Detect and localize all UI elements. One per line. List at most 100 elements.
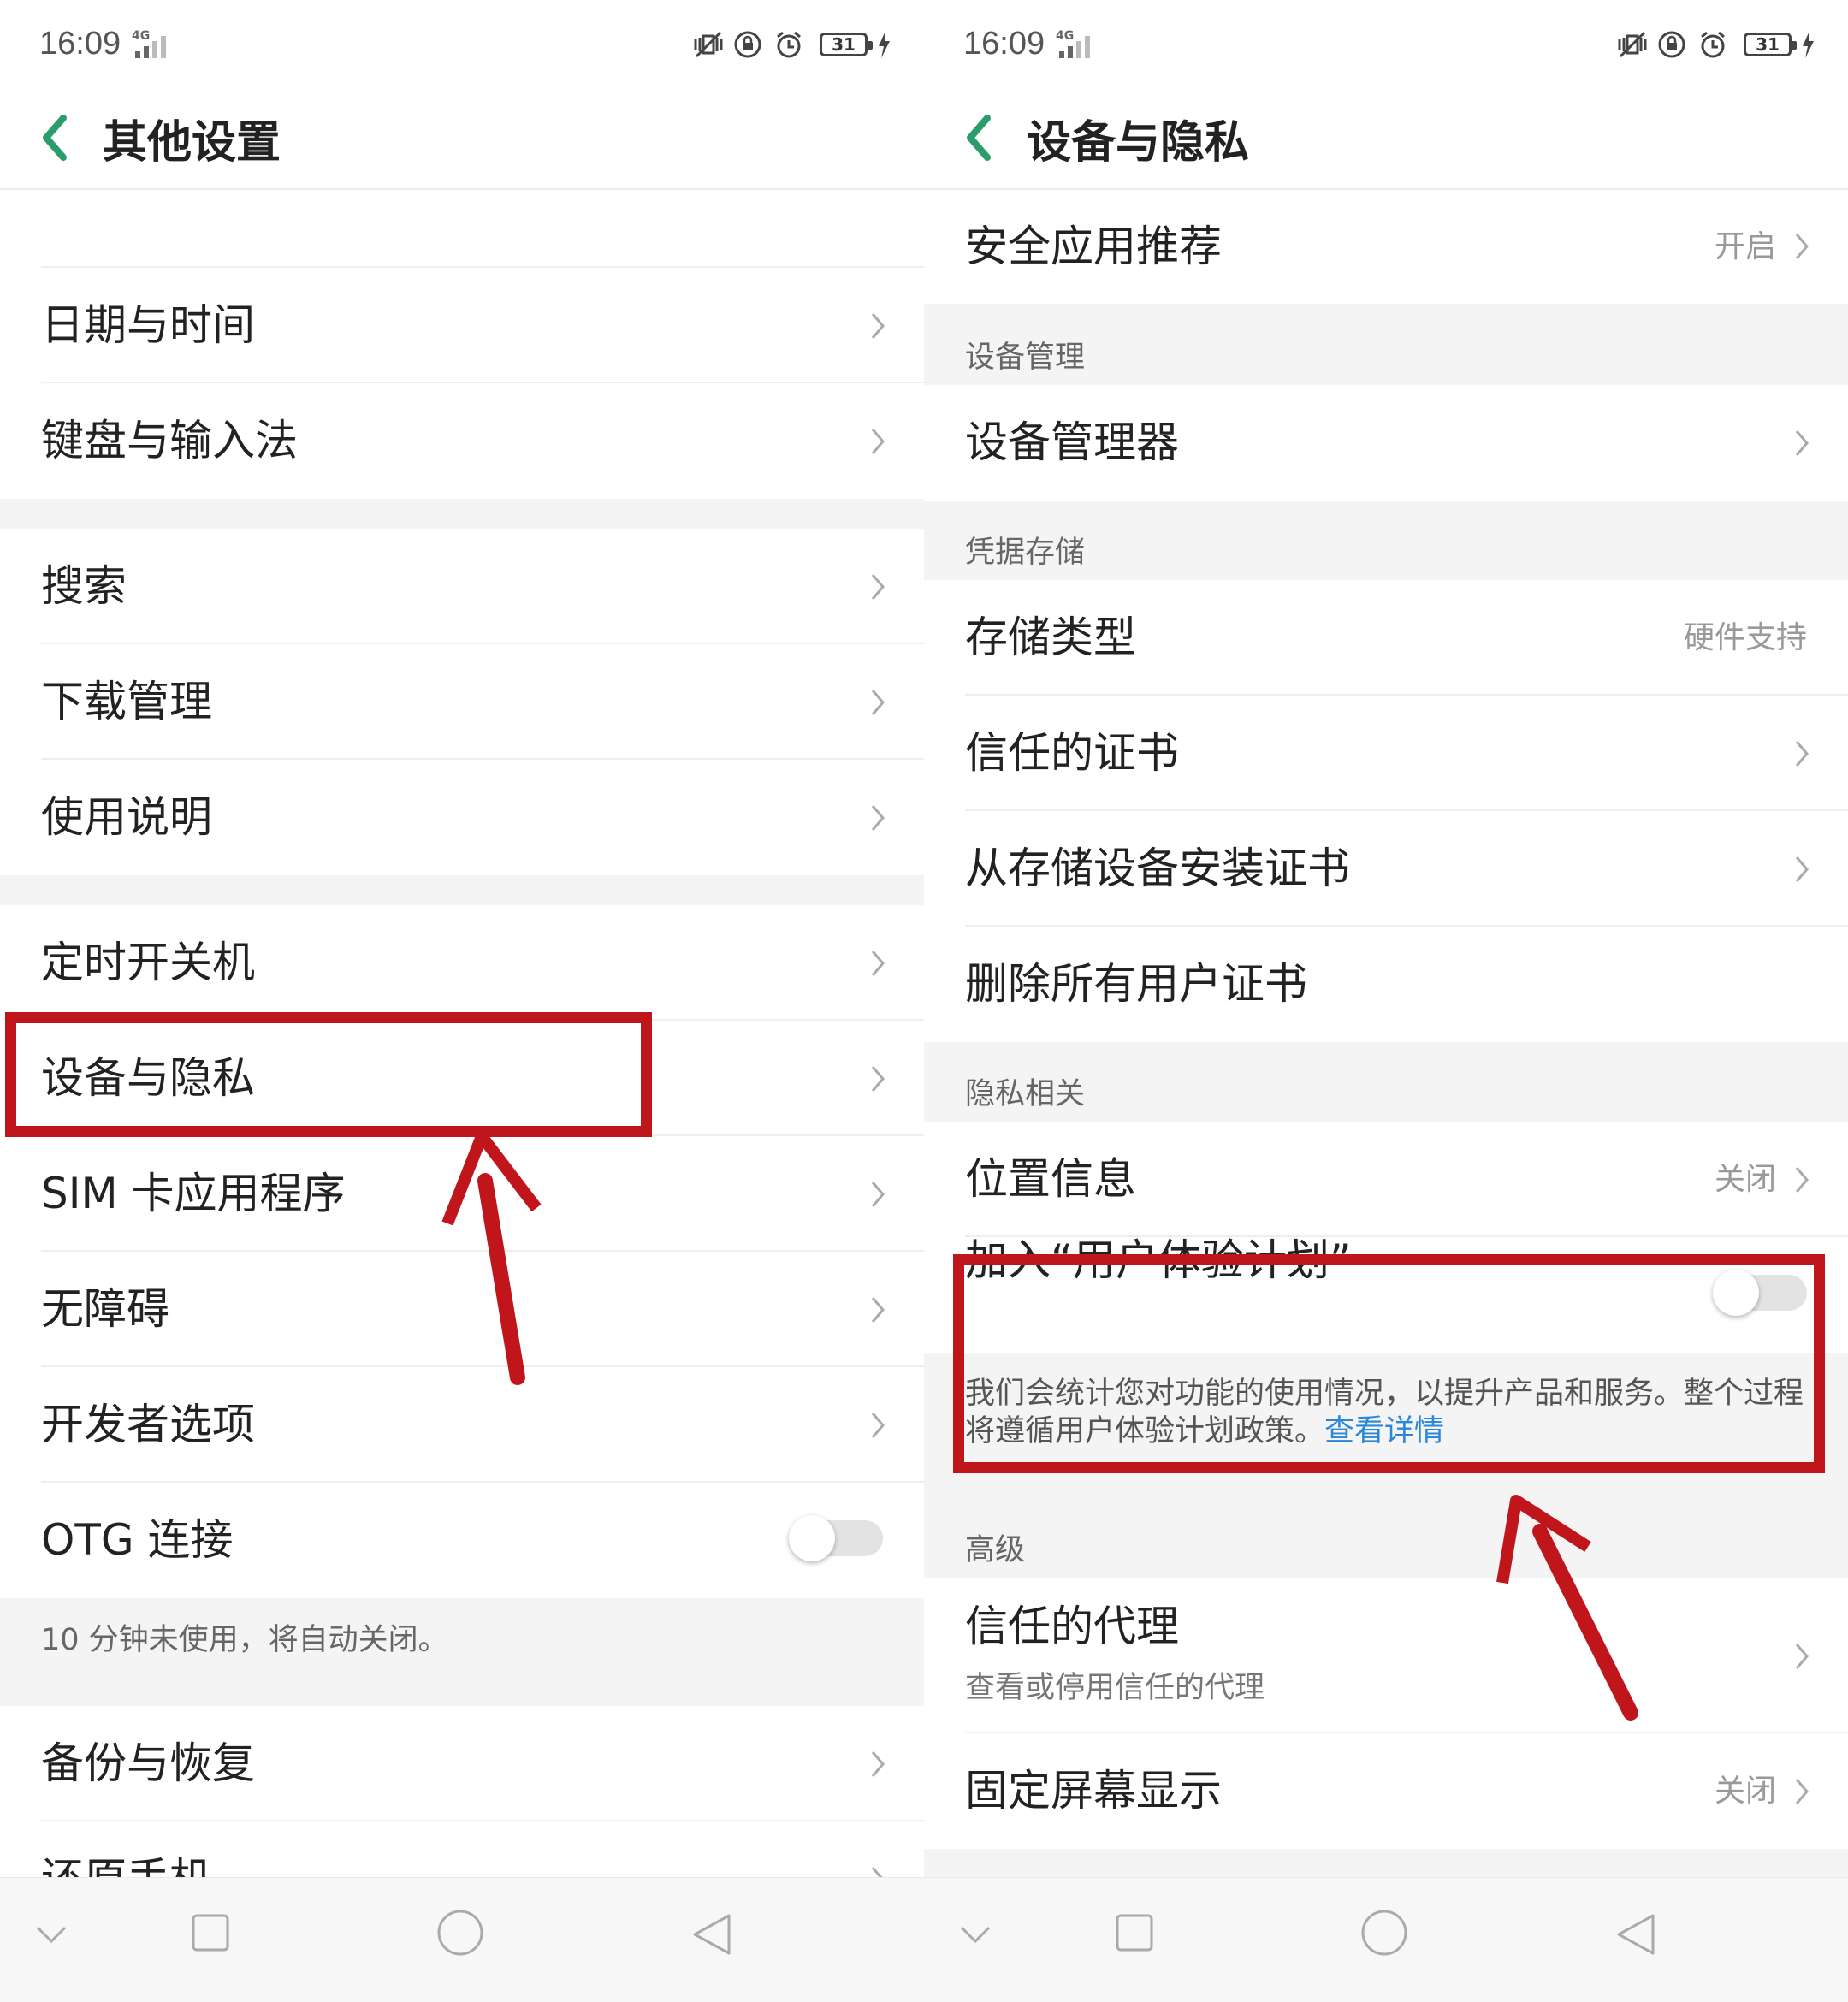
status-time: 16:09 xyxy=(39,26,121,62)
row-label: 定时开关机 xyxy=(41,938,255,987)
row-label: 信任的证书 xyxy=(965,728,1179,778)
row-label: 日期与时间 xyxy=(41,300,255,350)
row-storage-type: 存储类型 硬件支持 xyxy=(924,580,1848,696)
home-circle-icon[interactable] xyxy=(1360,1909,1408,1957)
row-backup[interactable]: 备份与恢复 xyxy=(0,1706,924,1821)
row-install-cert[interactable]: 从存储设备安装证书 xyxy=(924,811,1848,927)
charging-icon xyxy=(879,31,890,58)
chevron-down-icon[interactable] xyxy=(34,1922,68,1948)
rotation-lock-icon xyxy=(734,31,761,58)
row-downloads[interactable]: 下载管理 xyxy=(0,644,924,760)
otg-toggle[interactable] xyxy=(789,1515,883,1561)
row-value: 关闭 xyxy=(1714,1774,1776,1809)
chevron-right-icon xyxy=(1795,741,1809,767)
row-clear-certs[interactable]: 删除所有用户证书 xyxy=(924,927,1848,1042)
row-label: 从存储设备安装证书 xyxy=(965,844,1350,893)
chevron-right-icon xyxy=(871,690,885,715)
chevron-right-icon xyxy=(871,1751,885,1777)
alarm-icon xyxy=(777,31,801,58)
section-gap xyxy=(0,875,924,905)
row-label: 信任的代理 xyxy=(965,1602,1179,1651)
back-arrow-icon[interactable] xyxy=(958,110,998,166)
highlight-box-ux-plan xyxy=(953,1254,1825,1473)
row-sublabel: 查看或停用信任的代理 xyxy=(965,1671,1265,1705)
row-label: 设备管理器 xyxy=(965,418,1179,467)
chevron-right-icon xyxy=(1795,234,1809,259)
row-value: 开启 xyxy=(1714,229,1776,264)
back-arrow-icon[interactable] xyxy=(34,110,74,166)
status-icons: 31 xyxy=(693,26,890,68)
recents-square-icon[interactable] xyxy=(190,1912,231,1953)
otg-note: 10 分钟未使用，将自动关闭。 xyxy=(0,1598,924,1706)
row-screen-pinning[interactable]: 固定屏幕显示 关闭 xyxy=(924,1733,1848,1849)
nav-bar xyxy=(0,1877,924,2002)
chevron-right-icon xyxy=(871,1297,885,1323)
status-time: 16:09 xyxy=(963,26,1045,62)
section-header-text: 隐私相关 xyxy=(965,1077,1086,1111)
back-triangle-icon[interactable] xyxy=(691,1912,732,1957)
row-label: 删除所有用户证书 xyxy=(965,959,1307,1009)
chevron-right-icon xyxy=(871,313,885,339)
page-title: 设备与隐私 xyxy=(1027,117,1250,169)
nav-bar xyxy=(924,1877,1848,2002)
section-gap xyxy=(0,499,924,529)
rotation-lock-icon xyxy=(1658,31,1685,58)
row-label: 键盘与输入法 xyxy=(41,416,298,465)
home-circle-icon[interactable] xyxy=(436,1909,484,1957)
section-header-text: 设备管理 xyxy=(965,341,1086,375)
status-bar: 16:09 4G 31 xyxy=(924,0,1848,94)
title-bar: 设备与隐私 xyxy=(924,94,1848,190)
recents-square-icon[interactable] xyxy=(1114,1912,1155,1953)
row-device-manager[interactable]: 设备管理器 xyxy=(924,385,1848,500)
row-label: 无障碍 xyxy=(41,1284,169,1334)
settings-screen-other: 16:09 4G 31 其他设置 存储空间 日期与时间 键盘与输入法 搜索 下载… xyxy=(0,0,924,2002)
chevron-right-icon xyxy=(871,574,885,600)
row-keyboard[interactable]: 键盘与输入法 xyxy=(0,383,924,499)
section-header-text: 高级 xyxy=(965,1533,1026,1567)
status-bar: 16:09 4G 31 xyxy=(0,0,924,94)
section-header-device-management: 设备管理 xyxy=(924,304,1848,385)
alarm-icon xyxy=(1701,31,1725,58)
row-search[interactable]: 搜索 xyxy=(0,529,924,644)
chevron-down-icon[interactable] xyxy=(958,1922,992,1948)
chevron-right-icon xyxy=(871,805,885,831)
chevron-right-icon xyxy=(1795,1167,1809,1193)
row-label: OTG 连接 xyxy=(41,1515,234,1565)
row-label: 安全应用推荐 xyxy=(965,222,1222,271)
section-header-text: 凭据存储 xyxy=(965,536,1086,570)
network-type: 4G xyxy=(132,29,151,43)
row-scheduled-power[interactable]: 定时开关机 xyxy=(0,905,924,1021)
chevron-right-icon xyxy=(871,429,885,454)
chevron-right-icon xyxy=(1795,856,1809,882)
battery-icon: 31 xyxy=(820,33,873,56)
vibrate-mute-icon xyxy=(694,31,723,58)
row-label: 固定屏幕显示 xyxy=(965,1766,1222,1815)
row-safe-app-recommend[interactable]: 安全应用推荐 开启 xyxy=(924,190,1848,304)
signal-icon: 4G xyxy=(1052,29,1095,62)
section-header-advanced: 高级 xyxy=(924,1498,1848,1578)
chevron-right-icon xyxy=(1795,430,1809,456)
chevron-right-icon xyxy=(1795,1644,1809,1669)
section-header-credential-storage: 凭据存储 xyxy=(924,500,1848,580)
back-triangle-icon[interactable] xyxy=(1615,1912,1656,1957)
row-date-time[interactable]: 日期与时间 xyxy=(0,268,924,383)
chevron-right-icon xyxy=(871,1413,885,1438)
row-label: 下载管理 xyxy=(41,677,212,726)
row-label: SIM 卡应用程序 xyxy=(41,1169,346,1218)
page-title: 其他设置 xyxy=(103,117,281,169)
vibrate-mute-icon xyxy=(1618,31,1647,58)
row-label: 开发者选项 xyxy=(41,1400,255,1449)
row-label: 使用说明 xyxy=(41,792,212,842)
row-trusted-certs[interactable]: 信任的证书 xyxy=(924,696,1848,811)
chevron-right-icon xyxy=(871,1066,885,1092)
row-trust-agents[interactable]: 信任的代理查看或停用信任的代理 xyxy=(924,1578,1848,1733)
row-manual[interactable]: 使用说明 xyxy=(0,760,924,875)
row-label: 备份与恢复 xyxy=(41,1738,255,1788)
row-label: 搜索 xyxy=(41,561,127,611)
row-value: 关闭 xyxy=(1714,1162,1776,1197)
row-label: 存储类型 xyxy=(965,613,1136,662)
battery-icon: 31 xyxy=(1744,33,1797,56)
chevron-right-icon xyxy=(871,1182,885,1207)
section-header-privacy: 隐私相关 xyxy=(924,1042,1848,1122)
chevron-right-icon xyxy=(871,951,885,976)
